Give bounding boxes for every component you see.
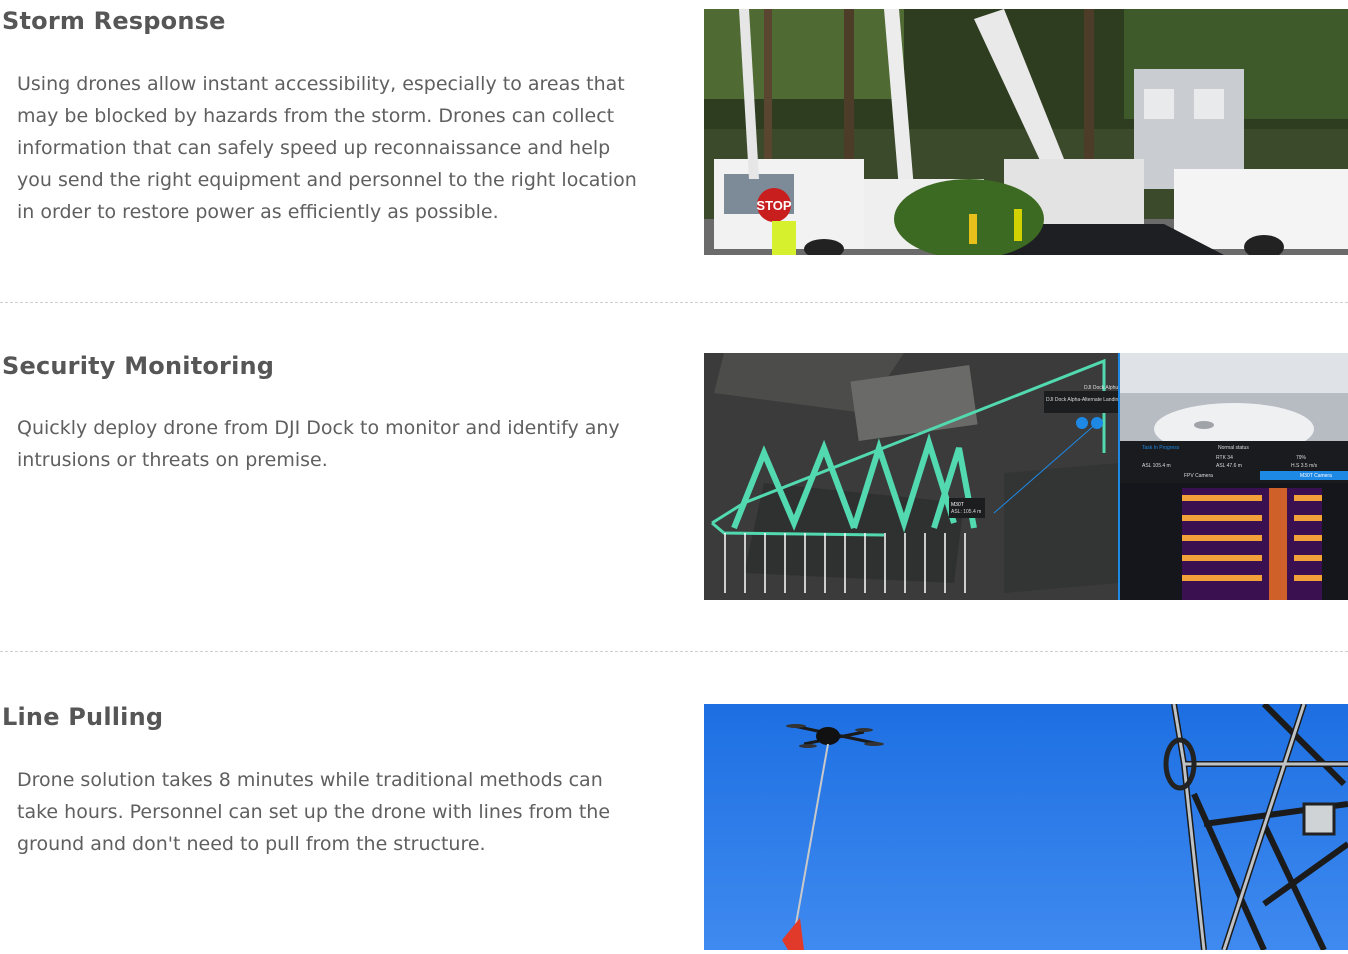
- line-pulling-section: Line Pulling •Drone solution takes 8 min…: [0, 690, 1348, 954]
- storm-response-photo: STOP: [704, 9, 1348, 255]
- drone-asl-label: ASL: 105.4 m: [951, 509, 981, 515]
- normal-status: Normal status: [1218, 445, 1249, 451]
- utility-trucks-image: STOP: [704, 9, 1348, 255]
- m30t-camera-tab: M30T Camera: [1300, 473, 1332, 479]
- storm-response-description: Using drones allow instant accessibility…: [17, 73, 637, 223]
- storm-response-title: Storm Response: [2, 7, 226, 35]
- line-pulling-photo: [704, 704, 1348, 950]
- task-status: Task In Progress: [1142, 445, 1180, 451]
- security-monitoring-section: Security Monitoring •Quickly deploy dron…: [0, 340, 1348, 640]
- storm-response-section: Storm Response •Using drones allow insta…: [0, 0, 1348, 300]
- section-divider: [0, 302, 1348, 303]
- stop-sign-text: STOP: [756, 198, 791, 213]
- storm-response-text: •Using drones allow instant accessibilit…: [2, 68, 642, 228]
- speed-readout: H.S 3.5 m/s: [1291, 463, 1318, 469]
- security-monitoring-title: Security Monitoring: [2, 352, 275, 380]
- dock-label: DJI Dock Alpha-Alternate Landing: [1046, 397, 1121, 403]
- bullet-icon: •: [2, 68, 17, 100]
- bullet-icon: •: [2, 412, 17, 444]
- bullet-icon: •: [2, 764, 17, 796]
- battery-readout: 79%: [1296, 455, 1307, 461]
- asl-readout-2: ASL 47.6 m: [1216, 463, 1242, 469]
- dock-flight-map-image: DJI Dock Alpha-Alternate Landing DJI Doc…: [704, 353, 1348, 600]
- dock-short-label: DJI Dock Alphu: [1084, 385, 1118, 391]
- rtk-readout: RTK 34: [1216, 455, 1233, 461]
- drone-label: M30T: [951, 502, 964, 508]
- line-pulling-text: •Drone solution takes 8 minutes while tr…: [2, 764, 642, 860]
- security-monitoring-photo: DJI Dock Alpha-Alternate Landing DJI Doc…: [704, 353, 1348, 600]
- line-pulling-description: Drone solution takes 8 minutes while tra…: [17, 769, 611, 855]
- security-monitoring-description: Quickly deploy drone from DJI Dock to mo…: [17, 417, 620, 471]
- fpv-camera-tab: FPV Camera: [1184, 473, 1213, 479]
- line-pulling-title: Line Pulling: [2, 703, 164, 731]
- asl-readout-1: ASL 105.4 m: [1142, 463, 1171, 469]
- security-monitoring-text: •Quickly deploy drone from DJI Dock to m…: [2, 412, 642, 476]
- section-divider: [0, 651, 1348, 652]
- drone-tower-image: [704, 704, 1348, 950]
